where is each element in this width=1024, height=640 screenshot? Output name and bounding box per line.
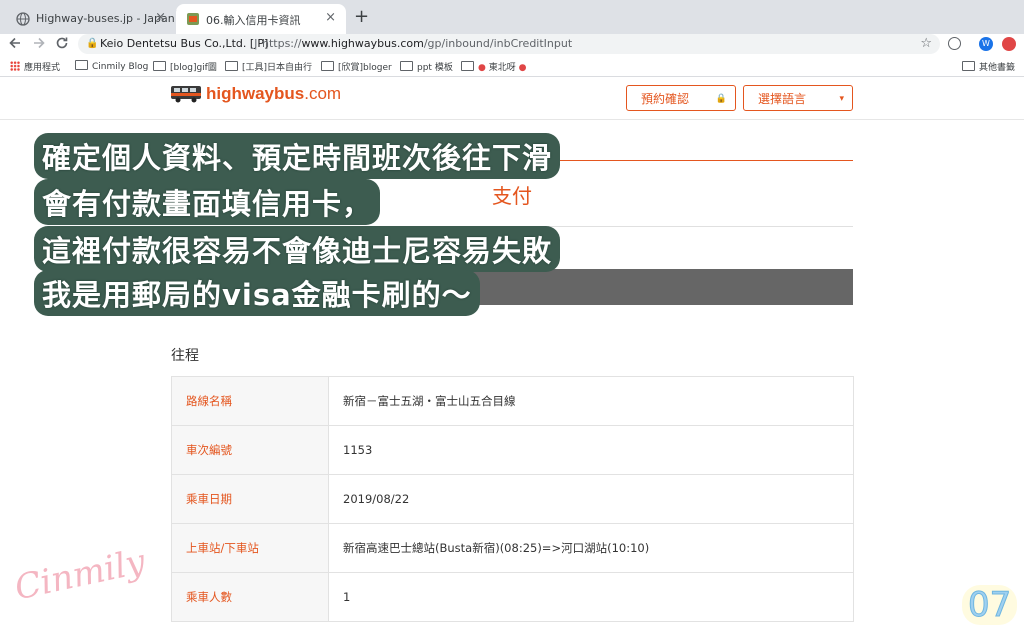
stations-value: 新宿高速巴士總站(Busta新宿)(08:25)=>河口湖站(10:10) (328, 523, 854, 573)
omnibox-separator: | (254, 37, 258, 50)
lock-icon: 🔒 (86, 38, 99, 49)
new-tab-button[interactable]: + (354, 6, 369, 27)
reload-icon[interactable] (55, 36, 69, 50)
tab-highway-buses[interactable]: Highway-buses.jp - Japan × (6, 4, 176, 34)
stations-label: 上車站/下車站 (171, 523, 329, 573)
passenger-count-label: 乘車人數 (171, 572, 329, 622)
tab-title: Highway-buses.jp - Japan (36, 12, 175, 25)
reservation-confirm-button[interactable]: 預約確認 🔒 (626, 85, 736, 111)
table-row: 路線名稱 新宿－富士五湖・富士山五合目線 (171, 376, 854, 426)
site-header: highwaybus.com 預約確認 🔒 選擇語言 ▾ (0, 77, 1024, 120)
annotation-line-2: 會有付款畫面填信用卡， (34, 179, 381, 225)
globe-icon (16, 12, 30, 26)
bus-icon (171, 86, 201, 103)
bookmark-blog-gif[interactable]: [blog]gif圖 (153, 60, 217, 73)
travel-date-value: 2019/08/22 (328, 474, 854, 524)
passenger-count-value: 1 (328, 572, 854, 622)
browser-toolbar: 🔒 Keio Dentetsu Bus Co.,Ltd. [JP] | http… (0, 34, 1024, 56)
outbound-section-title: 往程 (171, 348, 199, 364)
table-row: 乘車人數 1 (171, 572, 854, 622)
lock-icon: 🔒 (715, 94, 727, 104)
folder-icon (962, 61, 975, 71)
url-text: https://www.highwaybus.com/gp/inbound/in… (262, 37, 573, 50)
folder-icon (400, 61, 413, 71)
back-arrow-icon[interactable] (8, 36, 22, 50)
route-name-value: 新宿－富士五湖・富士山五合目線 (328, 376, 854, 426)
folder-icon (225, 61, 238, 71)
caret-down-icon: ▾ (839, 94, 844, 104)
annotation-line-1: 確定個人資料、預定時間班次後往下滑 (34, 133, 561, 179)
payment-title: 支付 (492, 184, 532, 208)
extension-compass-icon[interactable] (948, 37, 961, 50)
tab-title: 06.輸入信用卡資訊 (206, 14, 301, 27)
table-row: 上車站/下車站 新宿高速巴士總站(Busta新宿)(08:25)=>河口湖站(1… (171, 523, 854, 573)
site-identity: Keio Dentetsu Bus Co.,Ltd. [JP] (100, 37, 269, 50)
trip-info-table: 路線名稱 新宿－富士五湖・富士山五合目線 車次編號 1153 乘車日期 2019… (171, 376, 854, 622)
bus-number-label: 車次編號 (171, 425, 329, 475)
bookmarks-bar: 應用程式 Cinmily Blog [blog]gif圖 [工具]日本自由行 [… (0, 56, 1024, 77)
language-select-button[interactable]: 選擇語言 ▾ (743, 85, 853, 111)
close-tab-icon[interactable]: × (155, 10, 166, 25)
tab-credit-input[interactable]: 06.輸入信用卡資訊 × (176, 4, 346, 34)
folder-icon (321, 61, 334, 71)
site-favicon-icon (187, 13, 199, 25)
bookmark-ppt[interactable]: ppt 模板 (400, 60, 453, 73)
extension-red-icon[interactable] (1002, 37, 1016, 51)
folder-icon (461, 61, 474, 71)
bookmark-bloger[interactable]: [欣賞]bloger (321, 60, 392, 73)
bookmark-tools-japan[interactable]: [工具]日本自由行 (225, 60, 312, 73)
annotation-line-4: 我是用郵局的visa金融卡刷的～ (34, 270, 480, 316)
table-row: 乘車日期 2019/08/22 (171, 474, 854, 524)
table-row: 車次編號 1153 (171, 425, 854, 475)
folder-icon (153, 61, 166, 71)
bus-number-value: 1153 (328, 425, 854, 475)
bookmark-cinmily-blog[interactable]: Cinmily Blog (75, 60, 148, 72)
bookmark-other[interactable]: 其他書籤 (962, 60, 1015, 73)
bookmark-tohoku[interactable]: ● 東北呀 ● (461, 60, 526, 73)
japan-flag-icon: ● (518, 63, 527, 73)
profile-avatar[interactable]: W (979, 37, 993, 51)
close-tab-icon[interactable]: × (325, 10, 336, 25)
address-bar[interactable]: 🔒 Keio Dentetsu Bus Co.,Ltd. [JP] | http… (78, 34, 940, 54)
forward-arrow-icon[interactable] (32, 36, 46, 50)
bookmark-apps[interactable]: 應用程式 (10, 60, 60, 73)
travel-date-label: 乘車日期 (171, 474, 329, 524)
annotation-line-3: 這裡付款很容易不會像迪士尼容易失敗 (34, 226, 561, 272)
highwaybus-logo[interactable]: highwaybus.com (170, 84, 341, 104)
japan-flag-icon: ● (478, 63, 486, 73)
route-name-label: 路線名稱 (171, 376, 329, 426)
browser-tab-bar: Highway-buses.jp - Japan × 06.輸入信用卡資訊 × … (0, 0, 1024, 34)
folder-icon (75, 60, 88, 70)
bookmark-star-icon[interactable]: ☆ (920, 34, 932, 54)
image-page-number: 07 (962, 585, 1018, 626)
apps-grid-icon (10, 61, 20, 71)
